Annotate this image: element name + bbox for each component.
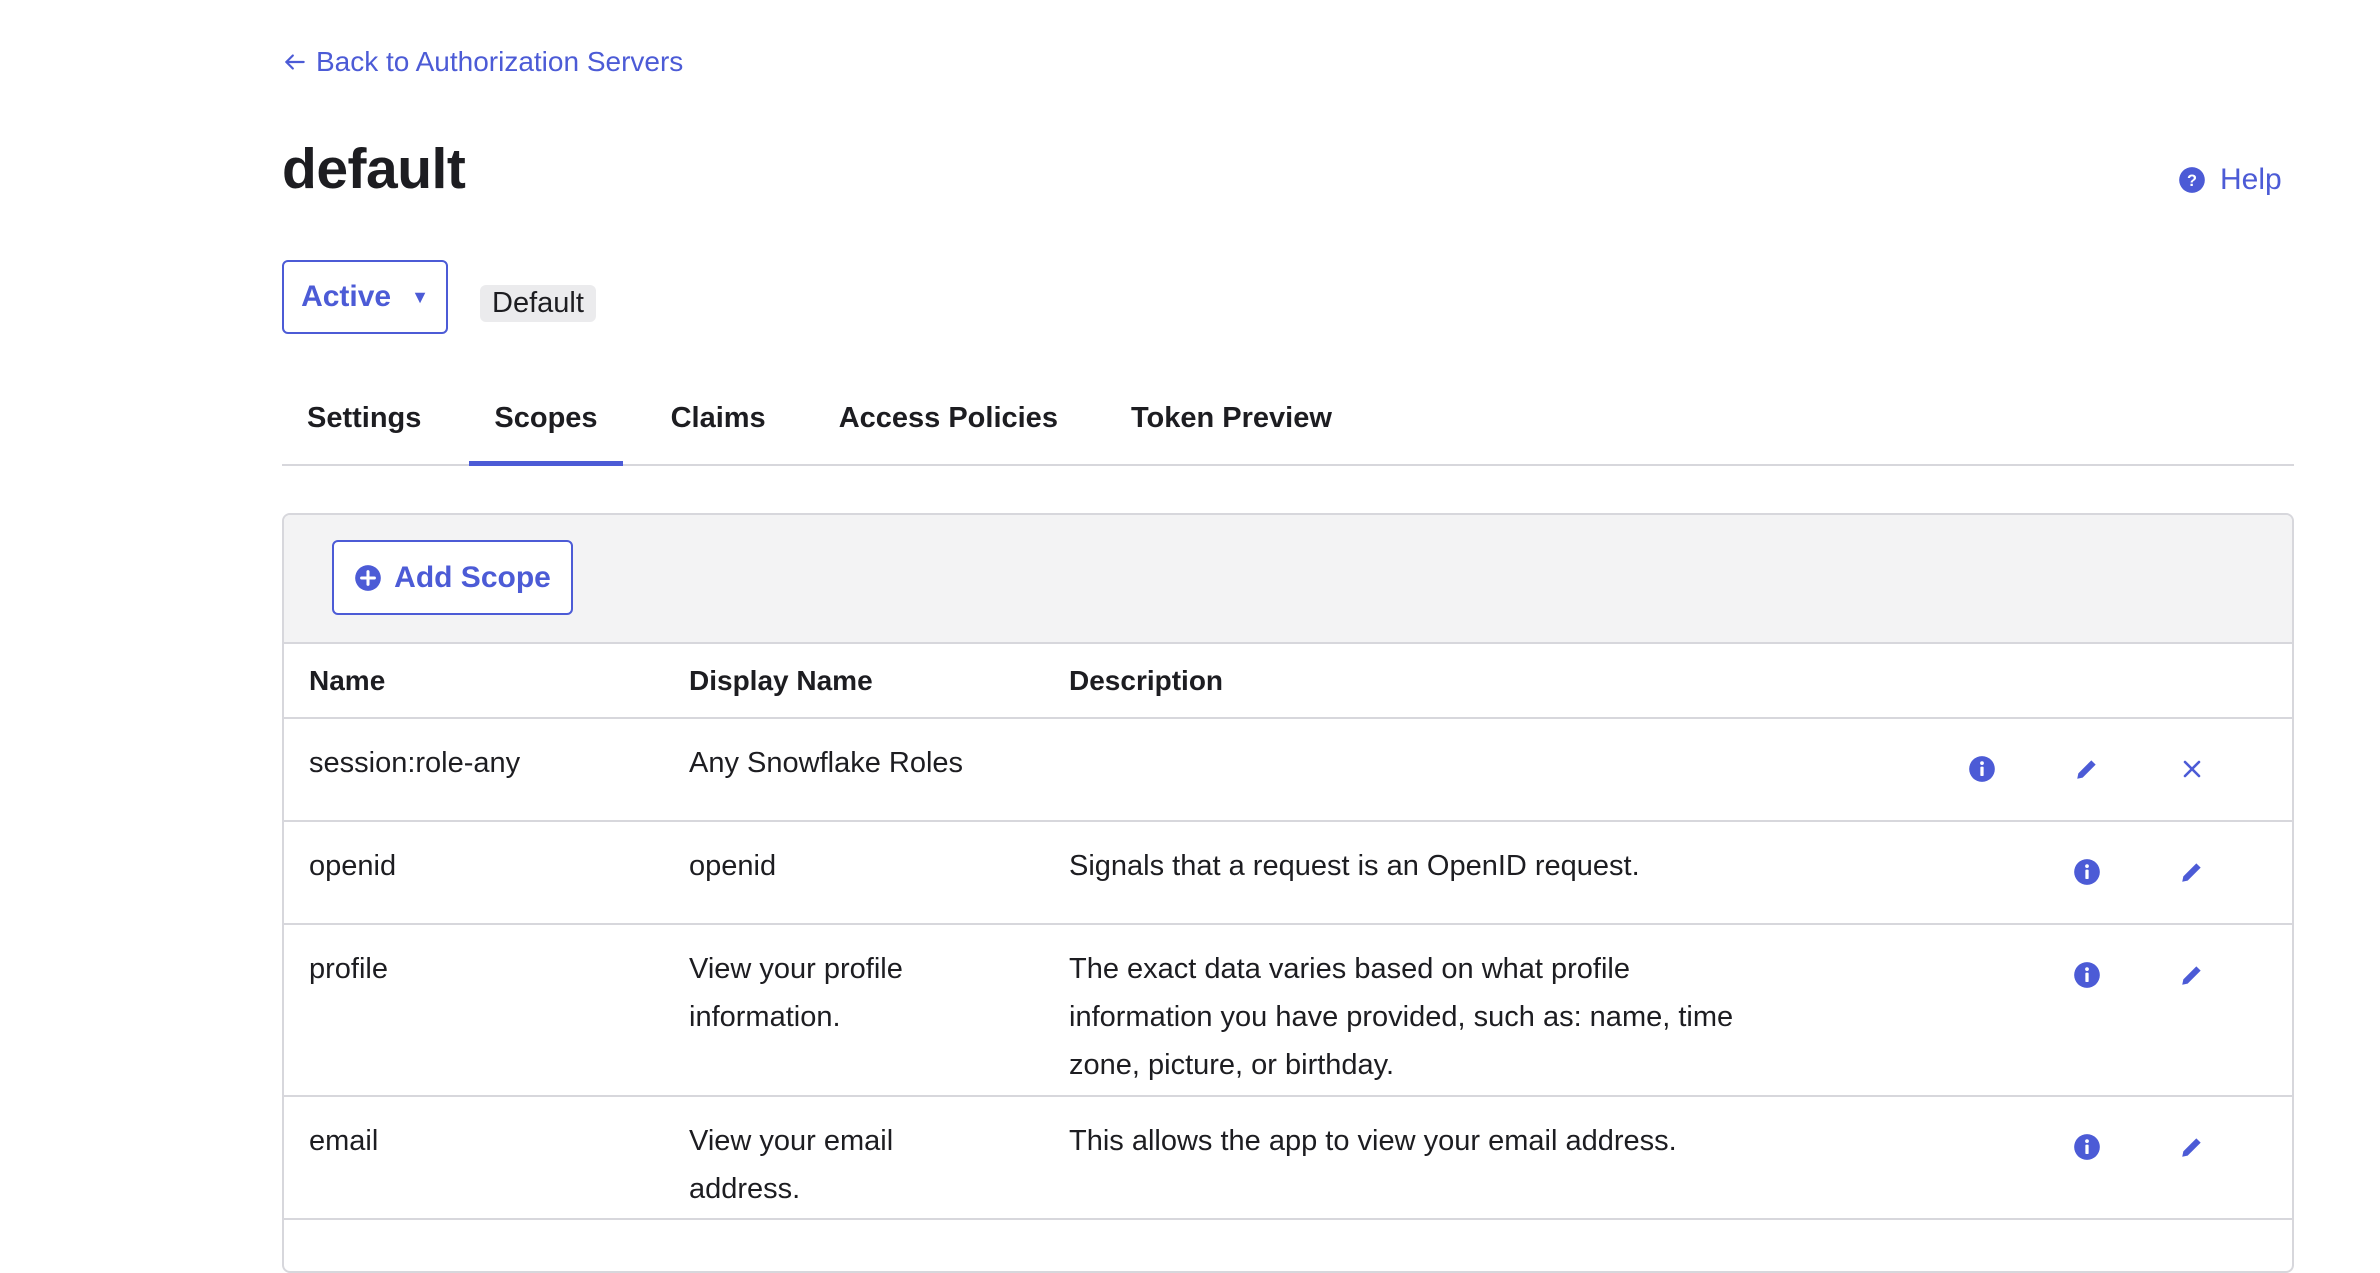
row-actions	[2034, 1129, 2244, 1165]
column-header-actions	[1809, 644, 2292, 719]
row-actions	[2034, 957, 2244, 993]
scope-description-cell	[1044, 718, 1809, 822]
tab-settings[interactable]: Settings	[282, 380, 446, 464]
back-link-label: Back to Authorization Servers	[316, 46, 684, 77]
info-icon[interactable]	[1929, 751, 2034, 787]
scope-name-cell: session:role-any	[284, 718, 664, 822]
caret-down-icon: ▼	[411, 287, 429, 307]
edit-pencil-icon[interactable]	[2139, 1129, 2244, 1165]
scope-actions-cell	[1809, 1096, 2292, 1220]
table-header-row: Name Display Name Description	[284, 644, 2292, 719]
tab-claims[interactable]: Claims	[646, 380, 791, 464]
scope-name-cell: email	[284, 1096, 664, 1220]
page-title: default	[282, 137, 466, 201]
tab-token-preview[interactable]: Token Preview	[1106, 380, 1357, 464]
svg-text:?: ?	[2187, 172, 2197, 190]
scope-display-name-cell: View your profile information.	[664, 924, 1044, 1097]
scopes-table: Name Display Name Description session:ro…	[284, 644, 2292, 1220]
scope-display-name-cell: openid	[664, 821, 1044, 925]
back-to-authorization-servers-link[interactable]: Back to Authorization Servers	[282, 46, 683, 78]
table-row: openid openid Signals that a request is …	[284, 821, 2292, 925]
help-label: Help	[2220, 163, 2282, 196]
edit-pencil-icon[interactable]	[2034, 751, 2139, 787]
tab-bar: Settings Scopes Claims Access Policies T…	[282, 380, 2294, 466]
scope-actions-cell	[1809, 821, 2292, 925]
table-row: session:role-any Any Snowflake Roles	[284, 718, 2292, 822]
table-row: profile View your profile information. T…	[284, 924, 2292, 1097]
edit-pencil-icon[interactable]	[2139, 854, 2244, 890]
add-scope-button[interactable]: Add Scope	[332, 540, 573, 615]
info-icon[interactable]	[2034, 1129, 2139, 1165]
scope-description-cell: The exact data varies based on what prof…	[1044, 924, 1809, 1097]
scope-description-cell: This allows the app to view your email a…	[1044, 1096, 1809, 1220]
scope-name-cell: openid	[284, 821, 664, 925]
column-header-name: Name	[284, 644, 664, 719]
edit-pencil-icon[interactable]	[2139, 957, 2244, 993]
info-icon[interactable]	[2034, 957, 2139, 993]
scope-display-name-cell: View your email address.	[664, 1096, 1044, 1220]
scope-display-name-cell: Any Snowflake Roles	[664, 718, 1044, 822]
add-scope-label: Add Scope	[394, 560, 551, 594]
info-icon[interactable]	[2034, 854, 2139, 890]
help-link[interactable]: ? Help	[2178, 163, 2282, 197]
column-header-display-name: Display Name	[664, 644, 1044, 719]
tab-scopes[interactable]: Scopes	[469, 380, 623, 466]
default-badge: Default	[480, 285, 596, 322]
delete-x-icon[interactable]	[2139, 751, 2244, 787]
row-actions	[2034, 854, 2244, 890]
scope-name-cell: profile	[284, 924, 664, 1097]
arrow-left-icon	[285, 54, 305, 70]
tab-access-policies[interactable]: Access Policies	[814, 380, 1083, 464]
table-row: email View your email address. This allo…	[284, 1096, 2292, 1220]
help-icon: ?	[2178, 166, 2206, 194]
status-dropdown-value: Active	[301, 280, 392, 313]
scope-actions-cell	[1809, 924, 2292, 1097]
scopes-panel: Add Scope Name Display Name Description …	[282, 513, 2294, 1273]
scope-description-cell: Signals that a request is an OpenID requ…	[1044, 821, 1809, 925]
plus-circle-icon	[355, 564, 381, 591]
status-dropdown[interactable]: Active ▼	[282, 260, 448, 334]
column-header-description: Description	[1044, 644, 1809, 719]
scope-actions-cell	[1809, 718, 2292, 822]
scopes-toolbar: Add Scope	[284, 515, 2292, 644]
row-actions	[1929, 751, 2244, 787]
